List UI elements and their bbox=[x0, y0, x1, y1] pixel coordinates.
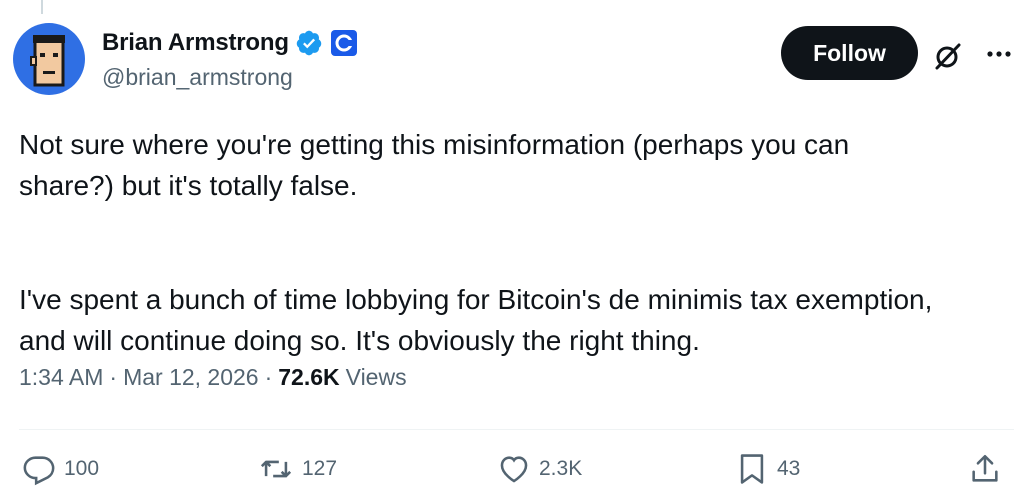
avatar[interactable] bbox=[13, 23, 85, 95]
heart-icon bbox=[500, 456, 528, 483]
tweet-text: Not sure where you're getting this misin… bbox=[19, 124, 1009, 206]
tweet-paragraph-2: I've spent a bunch of time lobbying for … bbox=[19, 284, 933, 356]
reply-count: 100 bbox=[64, 457, 100, 480]
tweet-date[interactable]: Mar 12, 2026 bbox=[123, 364, 259, 391]
repost-count: 127 bbox=[302, 457, 338, 480]
action-bar: 100 127 2.3K 43 bbox=[0, 448, 1024, 490]
bookmark-icon bbox=[740, 454, 764, 484]
tweet-time[interactable]: 1:34 AM bbox=[19, 364, 103, 391]
follow-button[interactable]: Follow bbox=[781, 26, 918, 80]
author-handle[interactable]: @brian_armstrong bbox=[102, 64, 293, 91]
author-name-row: Brian Armstrong bbox=[102, 26, 357, 60]
verified-badge-icon[interactable] bbox=[295, 29, 323, 57]
bookmark-button[interactable]: 43 bbox=[735, 448, 800, 490]
reply-icon bbox=[23, 456, 55, 486]
tweet-metadata: 1:34 AM · Mar 12, 2026 · 72.6K Views bbox=[19, 364, 407, 391]
author-display-name[interactable]: Brian Armstrong bbox=[102, 29, 289, 57]
repost-icon bbox=[260, 460, 292, 478]
grok-icon[interactable] bbox=[932, 40, 964, 72]
share-button[interactable] bbox=[968, 448, 1010, 490]
bookmark-count: 43 bbox=[777, 457, 801, 480]
coinbase-logo-icon[interactable] bbox=[330, 30, 357, 56]
tweet-paragraph-1: Not sure where you're getting this misin… bbox=[19, 129, 850, 201]
like-count: 2.3K bbox=[539, 457, 583, 480]
divider bbox=[19, 429, 1014, 430]
views-count[interactable]: 72.6K bbox=[278, 364, 339, 391]
views-label[interactable]: Views bbox=[346, 364, 407, 391]
repost-button[interactable]: 127 bbox=[258, 448, 337, 490]
reply-button[interactable]: 100 bbox=[22, 448, 99, 490]
separator-dot: · bbox=[109, 364, 118, 390]
more-options-icon[interactable] bbox=[984, 44, 1014, 64]
share-icon bbox=[972, 454, 998, 482]
thread-connector-line bbox=[41, 0, 43, 14]
separator-dot: · bbox=[264, 364, 273, 390]
like-button[interactable]: 2.3K bbox=[497, 448, 582, 490]
